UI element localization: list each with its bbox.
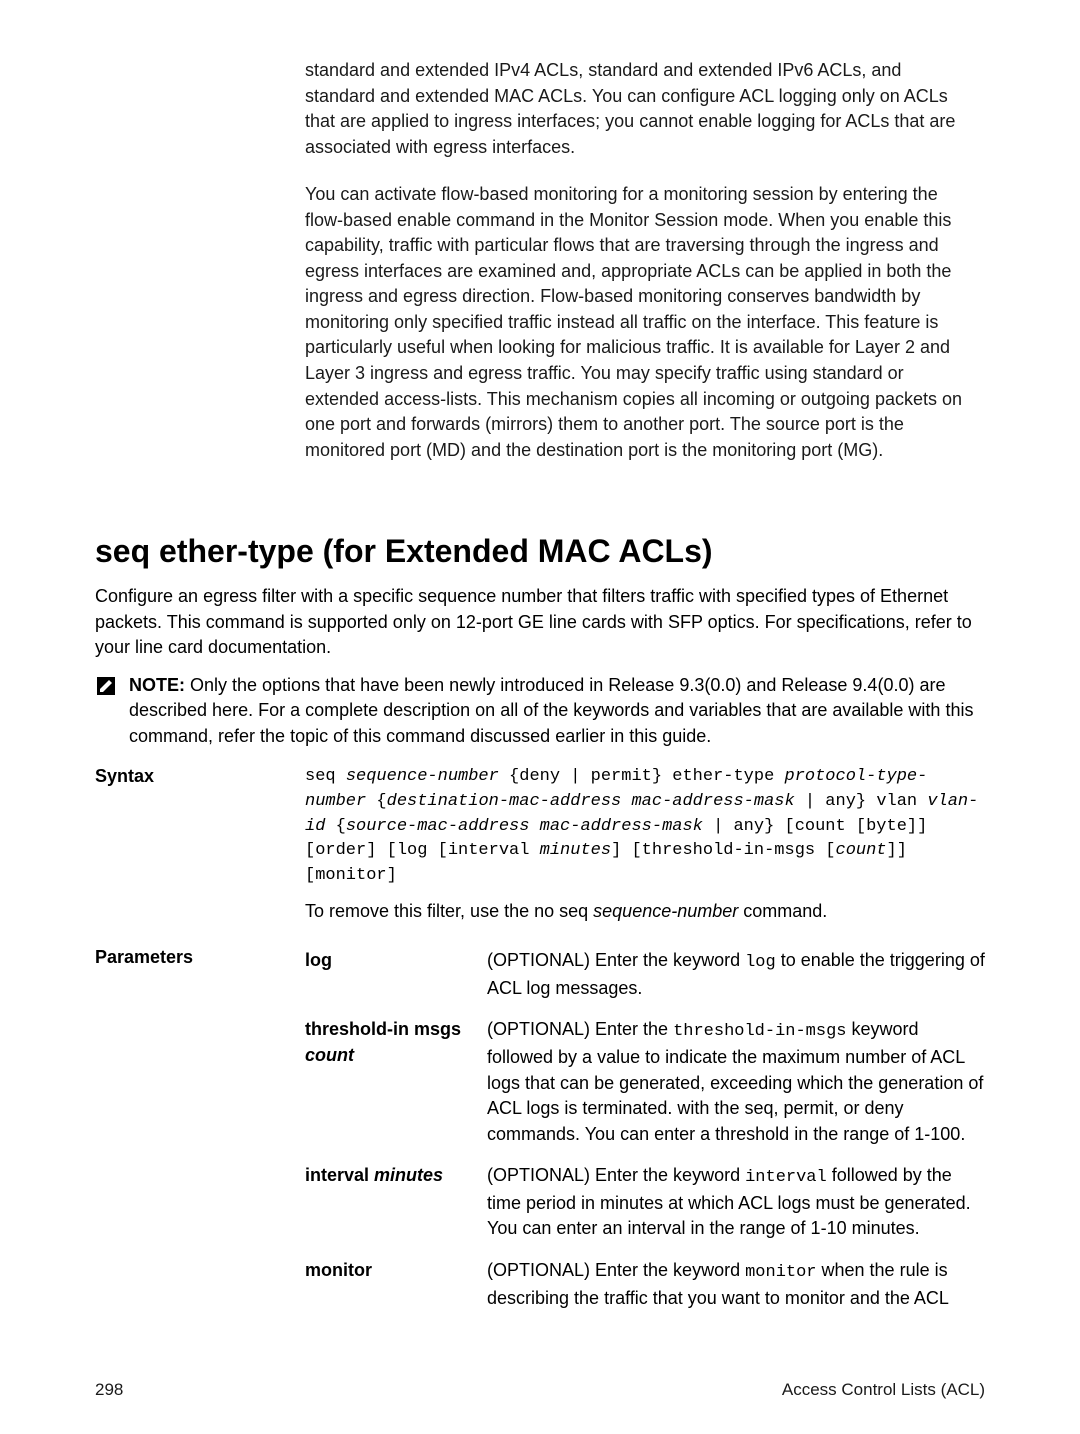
param-row: threshold-in msgs count (OPTIONAL) Enter… xyxy=(305,1017,985,1147)
footer-right: Access Control Lists (ACL) xyxy=(782,1380,985,1400)
param-name-ital: minutes xyxy=(374,1165,443,1185)
param-desc-mono: monitor xyxy=(745,1263,816,1282)
param-name-ital: count xyxy=(305,1045,354,1065)
page-number: 298 xyxy=(95,1380,123,1400)
syntax-seg: source-mac-address mac-address-mask xyxy=(346,817,703,836)
syntax-remove-post: command. xyxy=(738,901,827,921)
param-desc-mono: threshold-in-msgs xyxy=(673,1022,846,1041)
param-desc: (OPTIONAL) Enter the keyword log to enab… xyxy=(487,948,985,1001)
syntax-seg: minutes xyxy=(540,841,611,860)
param-name: log xyxy=(305,948,487,973)
note-body: Only the options that have been newly in… xyxy=(129,675,973,746)
param-name: interval minutes xyxy=(305,1163,487,1188)
param-desc: (OPTIONAL) Enter the threshold-in-msgs k… xyxy=(487,1017,985,1147)
parameters-row: Parameters log (OPTIONAL) Enter the keyw… xyxy=(95,946,985,1311)
param-desc-pre: (OPTIONAL) Enter the keyword xyxy=(487,1260,745,1280)
parameters-label: Parameters xyxy=(95,946,305,968)
syntax-remove-pre: To remove this filter, use the no seq xyxy=(305,901,593,921)
section-heading: seq ether-type (for Extended MAC ACLs) xyxy=(95,533,985,570)
syntax-label: Syntax xyxy=(95,765,305,787)
param-desc: (OPTIONAL) Enter the keyword interval fo… xyxy=(487,1163,985,1242)
parameters-table: log (OPTIONAL) Enter the keyword log to … xyxy=(305,948,985,1311)
param-desc-mono: log xyxy=(745,953,776,972)
param-name: threshold-in msgs count xyxy=(305,1017,487,1067)
intro-paragraph-1: standard and extended IPv4 ACLs, standar… xyxy=(305,58,975,160)
note-label: NOTE: xyxy=(129,675,185,695)
param-row: interval minutes (OPTIONAL) Enter the ke… xyxy=(305,1163,985,1242)
page-footer: 298 Access Control Lists (ACL) xyxy=(95,1380,985,1400)
note-text: NOTE: Only the options that have been ne… xyxy=(129,673,985,750)
pencil-icon xyxy=(95,675,117,697)
syntax-remove-it: sequence-number xyxy=(593,901,738,921)
param-desc: (OPTIONAL) Enter the keyword monitor whe… xyxy=(487,1258,985,1311)
syntax-seg: | any} vlan xyxy=(795,792,928,811)
param-name-text: interval xyxy=(305,1165,374,1185)
syntax-seg: seq xyxy=(305,767,346,786)
param-name-text: threshold-in msgs xyxy=(305,1019,461,1039)
note-block: NOTE: Only the options that have been ne… xyxy=(95,673,985,750)
param-name: monitor xyxy=(305,1258,487,1283)
syntax-seg: {deny | permit} ether-type xyxy=(499,767,785,786)
syntax-seg: ] [threshold-in-msgs [ xyxy=(611,841,835,860)
param-desc-mono: interval xyxy=(745,1168,827,1187)
param-row: log (OPTIONAL) Enter the keyword log to … xyxy=(305,948,985,1001)
syntax-seg: { xyxy=(366,792,386,811)
param-row: monitor (OPTIONAL) Enter the keyword mon… xyxy=(305,1258,985,1311)
param-desc-pre: (OPTIONAL) Enter the keyword xyxy=(487,950,745,970)
syntax-seg: destination-mac-address mac-address-mask xyxy=(387,792,795,811)
param-name-text: log xyxy=(305,950,332,970)
syntax-seg: sequence-number xyxy=(346,767,499,786)
syntax-remove: To remove this filter, use the no seq se… xyxy=(305,899,985,925)
param-desc-pre: (OPTIONAL) Enter the xyxy=(487,1019,673,1039)
section-lead: Configure an egress filter with a specif… xyxy=(95,584,985,661)
param-desc-pre: (OPTIONAL) Enter the keyword xyxy=(487,1165,745,1185)
syntax-row: Syntax seq sequence-number {deny | permi… xyxy=(95,765,985,924)
syntax-code: seq sequence-number {deny | permit} ethe… xyxy=(305,765,985,888)
syntax-seg: count xyxy=(836,841,887,860)
syntax-seg: { xyxy=(325,817,345,836)
param-name-text: monitor xyxy=(305,1260,372,1280)
intro-paragraph-2: You can activate flow-based monitoring f… xyxy=(305,182,975,463)
